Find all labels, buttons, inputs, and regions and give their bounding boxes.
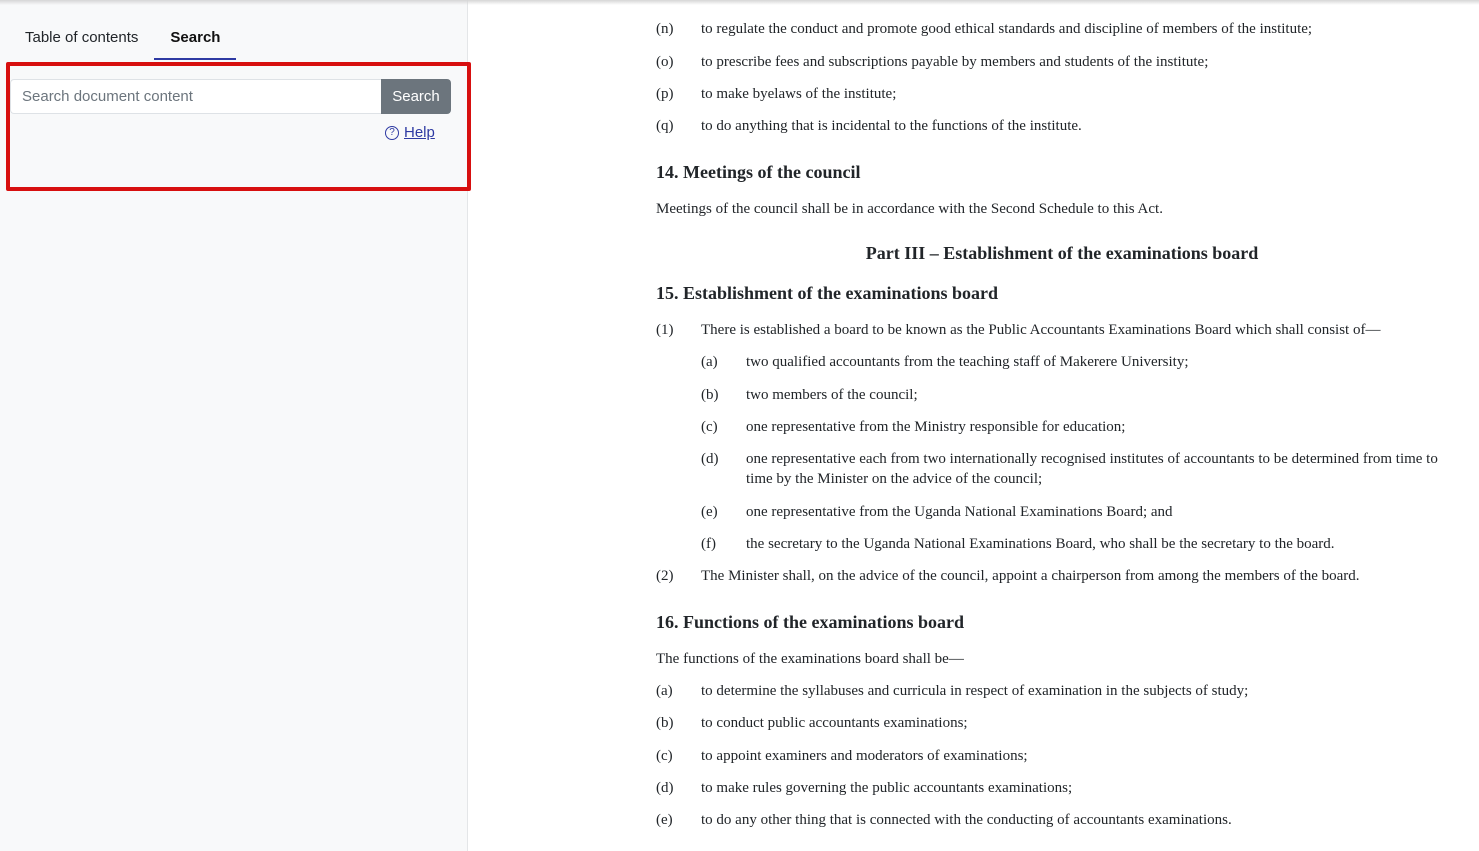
section-15-heading: 15. Establishment of the examinations bo… (656, 283, 999, 303)
list-item: (a) to determine the syllabuses and curr… (656, 681, 1248, 701)
item-number: (b) (701, 387, 719, 403)
item-text: to do anything that is incidental to the… (701, 118, 1082, 134)
item-number: (p) (656, 86, 674, 102)
item-number: (c) (701, 419, 718, 435)
document-content: (n) to regulate the conduct and promote … (656, 0, 1468, 851)
item-number: (1) (656, 322, 674, 338)
item-text: There is established a board to be known… (701, 322, 1381, 338)
item-text: to prescribe fees and subscriptions paya… (701, 54, 1209, 70)
sidebar-tabs: Table of contents Search (9, 20, 237, 60)
list-item: (p) to make byelaws of the institute; (656, 84, 896, 104)
list-item: (c) to appoint examiners and moderators … (656, 746, 1028, 766)
tab-table-of-contents[interactable]: Table of contents (9, 20, 154, 60)
item-text: one representative from the Ministry res… (746, 419, 1126, 435)
item-number: (o) (656, 54, 674, 70)
item-number: (n) (656, 21, 674, 37)
item-text: one representative each from two interna… (746, 451, 1438, 487)
list-item: (d) one representative each from two int… (701, 449, 1468, 489)
section-16-intro: The functions of the examinations board … (656, 651, 964, 667)
item-number: (2) (656, 568, 674, 584)
item-text: to do any other thing that is connected … (701, 812, 1232, 828)
item-text: two qualified accountants from the teach… (746, 354, 1189, 370)
item-number: (d) (656, 780, 674, 796)
list-item: (q) to do anything that is incidental to… (656, 116, 1082, 136)
list-item: (f) the secretary to the Uganda National… (701, 534, 1468, 554)
list-item: (c) one representative from the Ministry… (701, 417, 1468, 437)
search-form: Search (10, 79, 451, 114)
list-item: (b) to conduct public accountants examin… (656, 713, 968, 733)
list-item: (e) one representative from the Uganda N… (701, 502, 1468, 522)
item-number: (e) (701, 504, 718, 520)
item-number: (b) (656, 715, 674, 731)
item-text: to regulate the conduct and promote good… (701, 21, 1313, 37)
item-text: to make byelaws of the institute; (701, 86, 897, 102)
tab-search[interactable]: Search (154, 20, 237, 60)
item-text: to appoint examiners and moderators of e… (701, 748, 1028, 764)
help-icon: ? (385, 125, 399, 140)
item-number: (q) (656, 118, 674, 134)
section-16-heading: 16. Functions of the examinations board (656, 612, 965, 632)
list-item: (e) to do any other thing that is connec… (656, 810, 1232, 830)
list-item: (n) to regulate the conduct and promote … (656, 19, 1312, 39)
item-number: (a) (701, 354, 718, 370)
item-number: (d) (701, 451, 719, 467)
list-item: (o) to prescribe fees and subscriptions … (656, 52, 1208, 72)
top-shadow (0, 0, 1479, 5)
item-text: one representative from the Uganda Natio… (746, 504, 1173, 520)
help-label: Help (404, 124, 435, 141)
item-number: (e) (656, 812, 673, 828)
list-item: (b) two members of the council; (701, 385, 1468, 405)
item-text: two members of the council; (746, 387, 918, 403)
search-button[interactable]: Search (381, 79, 451, 114)
list-item: (a) two qualified accountants from the t… (701, 352, 1468, 372)
subsection-2: (2) The Minister shall, on the advice of… (656, 566, 1468, 586)
item-text: the secretary to the Uganda National Exa… (746, 536, 1335, 552)
item-number: (a) (656, 683, 673, 699)
search-input[interactable] (10, 79, 381, 114)
help-link[interactable]: ? Help (385, 124, 435, 141)
item-number: (c) (656, 748, 673, 764)
item-text: to conduct public accountants examinatio… (701, 715, 968, 731)
section-14-heading: 14. Meetings of the council (656, 162, 861, 182)
item-text: to determine the syllabuses and curricul… (701, 683, 1249, 699)
item-text: to make rules governing the public accou… (701, 780, 1073, 796)
item-text: The Minister shall, on the advice of the… (701, 568, 1360, 584)
subsection-1: (1) There is established a board to be k… (656, 320, 1468, 340)
part-3-heading: Part III – Establishment of the examinat… (865, 243, 1259, 263)
list-item: (d) to make rules governing the public a… (656, 778, 1072, 798)
sidebar: Table of contents Search Search ? Help (0, 0, 471, 851)
section-14-text: Meetings of the council shall be in acco… (656, 201, 1163, 217)
item-number: (f) (701, 536, 716, 552)
